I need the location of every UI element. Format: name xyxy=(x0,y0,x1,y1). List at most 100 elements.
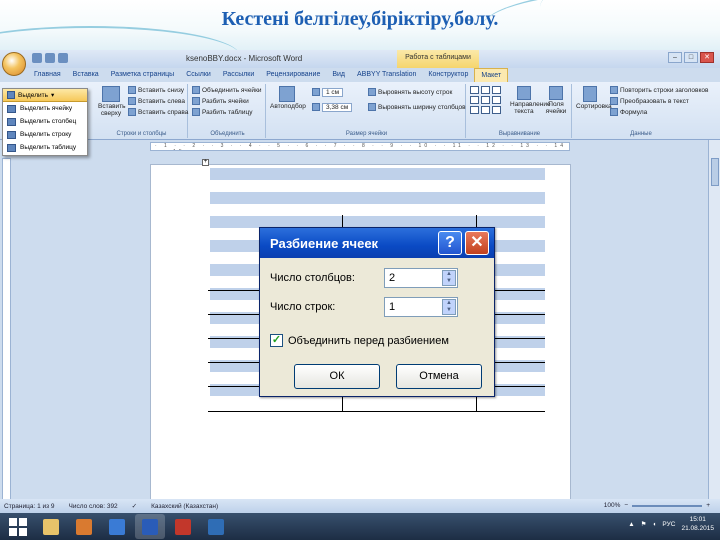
zoom-out-icon[interactable]: − xyxy=(624,502,628,509)
zoom-level[interactable]: 100% xyxy=(604,502,621,509)
split-cells-button[interactable]: Разбить ячейки xyxy=(192,96,263,106)
align-top-left-icon[interactable] xyxy=(470,86,479,94)
column-width-input[interactable]: 3,38 см xyxy=(312,102,358,112)
start-button[interactable] xyxy=(6,515,30,539)
cell-margins-icon xyxy=(549,86,563,100)
align-bottom-center-icon[interactable] xyxy=(481,106,490,114)
insert-below-button[interactable]: Вставить снизу xyxy=(128,85,188,95)
table-row[interactable] xyxy=(210,168,545,180)
align-top-center-icon[interactable] xyxy=(481,86,490,94)
align-top-right-icon[interactable] xyxy=(492,86,501,94)
input-language[interactable]: РУС xyxy=(662,521,675,528)
insert-left-button[interactable]: Вставить слева xyxy=(128,96,188,106)
distribute-columns-button[interactable]: Выровнять ширину столбцов xyxy=(368,102,466,112)
volume-icon[interactable]: ◖ xyxy=(652,521,656,528)
help-button[interactable]: ? xyxy=(438,231,462,255)
page-count[interactable]: Страница: 1 из 9 xyxy=(4,503,55,510)
table-move-handle-icon[interactable]: + xyxy=(202,159,209,166)
vertical-ruler[interactable] xyxy=(2,158,11,508)
zoom-in-icon[interactable]: + xyxy=(706,502,710,509)
columns-spinner-icon[interactable]: ▲ ▼ xyxy=(442,270,456,286)
taskbar-word[interactable] xyxy=(135,514,165,539)
formula-icon xyxy=(610,108,618,116)
select-column-item[interactable]: Выделить столбец xyxy=(3,115,87,128)
formula-button[interactable]: Формула xyxy=(610,107,708,117)
scroll-thumb[interactable] xyxy=(711,158,719,186)
align-bottom-right-icon[interactable] xyxy=(492,106,501,114)
align-bottom-left-icon[interactable] xyxy=(470,106,479,114)
select-row-item[interactable]: Выделить строку xyxy=(3,128,87,141)
zoom-slider[interactable] xyxy=(632,504,703,507)
insert-right-label: Вставить справа xyxy=(138,108,189,116)
align-middle-right-icon[interactable] xyxy=(492,96,501,104)
select-button[interactable]: Выделить ▾ xyxy=(3,89,87,102)
row-height-input[interactable]: 1 см xyxy=(312,87,358,97)
repeat-header-rows-button[interactable]: Повторить строки заголовков xyxy=(610,85,708,95)
group-label: Данные xyxy=(630,131,652,137)
cell-margins-button[interactable]: Поля ячейки xyxy=(542,86,570,115)
tab-view[interactable]: Вид xyxy=(326,68,351,82)
insert-right-button[interactable]: Вставить справа xyxy=(128,107,188,117)
taskbar-app[interactable] xyxy=(69,514,99,539)
checkmark-icon[interactable]: ✓ xyxy=(270,334,283,347)
redo-icon[interactable] xyxy=(58,53,68,63)
flag-icon[interactable]: ⚑ xyxy=(641,520,647,528)
close-dialog-button[interactable]: ✕ xyxy=(465,231,489,255)
insert-above-button[interactable]: Вставить сверху xyxy=(98,86,126,117)
tab-references[interactable]: Ссылки xyxy=(180,68,217,82)
vertical-scrollbar[interactable] xyxy=(708,140,720,513)
tab-design[interactable]: Конструктор xyxy=(422,68,474,82)
clock[interactable]: 15:01 21.08.2015 xyxy=(681,515,714,533)
tab-page-layout[interactable]: Разметка страницы xyxy=(105,68,181,82)
split-table-label: Разбить таблицу xyxy=(202,108,253,116)
select-row-label: Выделить строку xyxy=(20,131,72,138)
align-middle-center-icon[interactable] xyxy=(481,96,490,104)
sort-button[interactable]: Сортировка xyxy=(576,86,612,110)
word-count[interactable]: Число слов: 392 xyxy=(69,503,118,510)
merge-cells-button[interactable]: Объединить ячейки xyxy=(192,85,263,95)
columns-input[interactable]: 2 ▲ ▼ xyxy=(384,268,458,288)
column-width-value: 3,38 см xyxy=(322,102,353,112)
close-window-button[interactable]: ✕ xyxy=(700,52,714,63)
taskbar-photoshop[interactable] xyxy=(201,514,231,539)
distribute-rows-icon xyxy=(368,88,376,96)
tab-insert[interactable]: Вставка xyxy=(67,68,105,82)
document-title: ksenoBBY.docx - Microsoft Word xyxy=(186,54,303,63)
rows-spinner-icon[interactable]: ▲ ▼ xyxy=(442,299,456,315)
merge-before-split-checkbox[interactable]: ✓ Объединить перед разбиением xyxy=(270,334,449,347)
undo-icon[interactable] xyxy=(45,53,55,63)
horizontal-ruler[interactable]: · 1 · · 2 · · 3 · · 4 · · 5 · · 6 · · 7 … xyxy=(150,142,570,151)
split-table-button[interactable]: Разбить таблицу xyxy=(192,107,263,117)
ok-button[interactable]: ОК xyxy=(294,364,380,389)
tab-mailings[interactable]: Рассылки xyxy=(217,68,260,82)
title-bar: ksenoBBY.docx - Microsoft Word Работа с … xyxy=(0,50,720,68)
cancel-button[interactable]: Отмена xyxy=(396,364,482,389)
tab-home[interactable]: Главная xyxy=(28,68,67,82)
maximize-button[interactable]: □ xyxy=(684,52,698,63)
tab-review[interactable]: Рецензирование xyxy=(260,68,326,82)
align-middle-left-icon[interactable] xyxy=(470,96,479,104)
select-cell-item[interactable]: Выделить ячейку xyxy=(3,102,87,115)
merge-before-split-label: Объединить перед разбиением xyxy=(288,334,449,347)
table-row[interactable] xyxy=(210,192,545,204)
convert-to-text-button[interactable]: Преобразовать в текст xyxy=(610,96,708,106)
spellcheck-icon[interactable]: ✓ xyxy=(132,502,137,510)
distribute-rows-button[interactable]: Выровнять высоту строк xyxy=(368,87,466,97)
group-label: Объединить xyxy=(210,131,245,137)
select-table-item[interactable]: Выделить таблицу xyxy=(3,141,87,154)
office-button[interactable] xyxy=(2,52,26,76)
formula-label: Формула xyxy=(620,108,648,116)
taskbar-powerpoint[interactable] xyxy=(168,514,198,539)
tray-arrow-icon[interactable]: ▲ xyxy=(628,521,634,528)
rows-input[interactable]: 1 ▲ ▼ xyxy=(384,297,458,317)
tab-layout[interactable]: Макет xyxy=(474,68,509,82)
clock-time: 15:01 xyxy=(689,516,706,523)
autofit-button[interactable]: Автоподбор xyxy=(270,86,306,110)
text-direction-button[interactable]: Направление текста xyxy=(510,86,551,115)
save-icon[interactable] xyxy=(32,53,42,63)
minimize-button[interactable]: – xyxy=(668,52,682,63)
tab-abbyy[interactable]: ABBYY Translation xyxy=(351,68,422,82)
language-indicator[interactable]: Казахский (Казахстан) xyxy=(151,503,218,510)
taskbar-ie[interactable] xyxy=(102,514,132,539)
taskbar-explorer[interactable] xyxy=(36,514,66,539)
